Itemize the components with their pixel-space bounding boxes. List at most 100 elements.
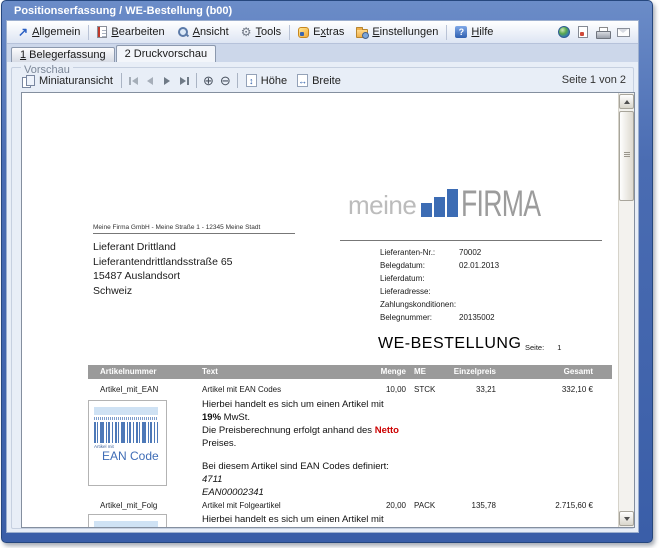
fit-width-icon [297,74,308,87]
fit-height-button[interactable]: Höhe [241,72,292,89]
cell-menge: 10,00 [346,384,406,396]
scroll-up-button[interactable] [619,94,634,109]
cell-gesamt: 2.715,60 € [513,500,593,512]
recipient-street: Lieferantendrittlandsstraße 65 [93,255,233,270]
vat-rest: MwSt. [221,412,250,423]
zoom-out-button[interactable] [217,73,234,89]
document-icon[interactable] [578,26,588,38]
document-page-number: Seite: 1 [525,343,561,352]
col-text: Text [202,365,218,379]
menu-allgemein-label: Allgemein [32,26,80,38]
first-page-button[interactable] [125,73,142,89]
fit-width-button[interactable]: Breite [292,72,346,89]
prev-page-icon [147,77,153,85]
help-icon [455,26,467,38]
zoom-in-button[interactable] [200,73,217,89]
cell-me: PACK [414,500,435,512]
cell-text: Artikel mit EAN Codes [202,384,281,396]
thumbnails-button[interactable]: Miniaturansicht [17,73,118,89]
cell-einzelpreis: 135,78 [436,500,496,512]
scrollbar-thumb[interactable] [619,111,634,201]
barcode-caption: EAN Code [102,449,159,463]
menu-separator [446,25,447,40]
web-icon[interactable] [558,26,570,38]
prev-page-button[interactable] [142,73,159,89]
second-article-image [88,514,167,527]
logo-bars-icon [421,189,458,217]
last-page-button[interactable] [176,73,193,89]
notepad-icon [97,26,107,38]
next-page-icon [164,77,170,85]
order-info-block: Lieferanten-Nr.:70002 Belegdatum:02.01.2… [380,246,499,324]
company-logo: meine FIRMA [348,185,571,219]
menu-einstellungen-label: Einstellungen [372,26,438,38]
page-label: Seite: [525,343,544,352]
thumbnails-icon [22,75,35,87]
info-label: Belegdatum: [380,259,459,272]
col-einzelpreis: Einzelpreis [436,365,496,379]
logo-bar [434,197,445,217]
menu-extras-label: Extras [313,26,344,38]
cell-einzelpreis: 33,21 [436,384,496,396]
fit-height-label: Höhe [261,75,287,87]
menu-separator [289,25,290,40]
recipient-country: Schweiz [93,284,233,299]
document-page: meine FIRMA Meine Firma GmbH - Meine Str… [22,93,618,527]
mail-icon[interactable] [617,28,630,37]
info-label: Belegnummer: [380,311,459,324]
info-value: 20135002 [459,313,495,322]
menu-allgemein[interactable]: Allgemein [12,23,86,41]
price-calc-text: Die Preisberechnung erfolgt anhand des [202,425,375,436]
table-row: Artikel_mit_Folg Artikel mit Folgeartike… [88,500,612,512]
tab-druckvorschau[interactable]: 2 Druckvorschau [116,45,217,62]
cell-text: Artikel mit Folgeartikel [202,500,281,512]
info-row: Lieferadresse: [380,285,499,298]
preview-panel: meine FIRMA Meine Firma GmbH - Meine Str… [21,92,635,528]
recipient-name: Lieferant Drittland [93,240,233,255]
printer-icon[interactable] [596,27,609,38]
menu-extras[interactable]: Extras [292,24,350,40]
scroll-down-button[interactable] [619,511,634,526]
page-indicator: Seite 1 von 2 [562,74,626,86]
header-rule [340,240,602,241]
menu-bearbeiten[interactable]: Bearbeiten [91,24,170,40]
vertical-scrollbar[interactable] [618,93,634,527]
page-value: 1 [557,343,561,352]
menu-tools[interactable]: Tools [235,24,287,41]
cell-artikelnummer: Artikel_mit_Folg [100,500,157,512]
tab-belegerfassung[interactable]: 1 Belegerfassung [11,47,115,62]
sender-line: Meine Firma GmbH - Meine Straße 1 - 1234… [93,224,295,234]
info-label: Zahlungskonditionen: [380,298,459,311]
article-description: Hierbei handelt es sich um einen Artikel… [202,398,474,499]
article-description-2: Hierbei handelt es sich um einen Artikel… [202,513,384,526]
info-value: 70002 [459,248,481,257]
desc-line: Hierbei handelt es sich um einen Artikel… [202,398,474,411]
menu-separator [88,25,89,40]
info-row: Lieferdatum: [380,272,499,285]
recipient-address: Lieferant Drittland Lieferantendrittland… [93,240,233,298]
preview-toolbar: Miniaturansicht [17,70,346,91]
cell-gesamt: 332,10 € [513,384,593,396]
menu-einstellungen[interactable]: Einstellungen [350,24,444,40]
col-me: ME [414,365,426,379]
preview-area: Vorschau Miniaturansicht [7,62,638,532]
menu-tools-label: Tools [255,26,281,38]
menubar-quick-icons [558,26,630,38]
table-row: Artikel_mit_EAN Artikel mit EAN Codes 10… [88,384,612,396]
toolbar-separator [237,73,238,88]
next-page-button[interactable] [159,73,176,89]
ean-code-value: 4711 [202,473,474,486]
info-label: Lieferanten-Nr.: [380,246,459,259]
menu-hilfe[interactable]: Hilfe [449,24,499,40]
desc-line: Hierbei handelt es sich um einen Artikel… [202,513,384,526]
recipient-city: 15487 Auslandsort [93,269,233,284]
cell-artikelnummer: Artikel_mit_EAN [100,384,158,396]
folder-gear-icon [356,29,368,38]
col-menge: Menge [346,365,406,379]
info-row: Lieferanten-Nr.:70002 [380,246,499,259]
barcode-tiny-text [94,417,158,420]
menu-ansicht[interactable]: Ansicht [171,24,235,40]
first-page-icon-triangle [132,77,138,85]
info-row: Belegdatum:02.01.2013 [380,259,499,272]
app-window: Positionserfassung / WE-Bestellung (b00)… [1,0,653,543]
